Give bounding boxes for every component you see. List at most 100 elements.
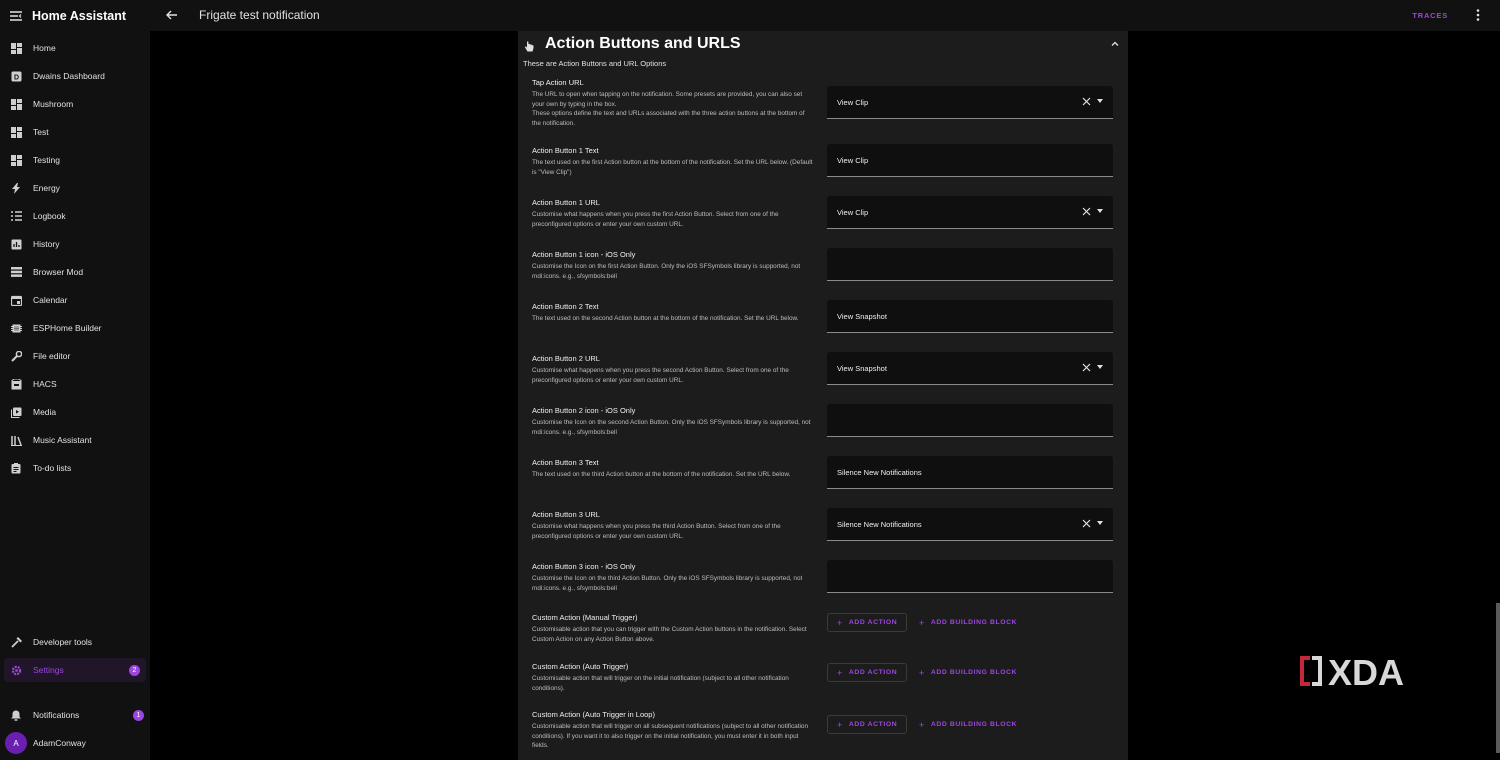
sidebar-item-label: Mushroom <box>33 99 74 109</box>
calendar-icon <box>10 294 22 306</box>
action-button-1-url-combobox[interactable]: View Clip <box>827 196 1113 229</box>
sidebar-item-label: Browser Mod <box>33 267 84 277</box>
field-description: Customise what happens when you press th… <box>532 523 781 540</box>
field-title: Action Button 3 URL <box>532 510 600 519</box>
chevron-down-icon[interactable] <box>1097 521 1103 525</box>
page-scrollbar[interactable] <box>1496 603 1500 753</box>
add-building-block-label: ADD BUILDING BLOCK <box>930 721 1018 728</box>
field-title: Action Button 1 icon - iOS Only <box>532 250 636 259</box>
sidebar-item-mushroom[interactable]: Mushroom <box>0 92 150 116</box>
field-description-line: These options define the text and URLs a… <box>532 110 805 127</box>
sidebar-item-test[interactable]: Test <box>0 120 150 144</box>
hand-pointer-icon <box>524 41 534 52</box>
action-button-2-text-input[interactable]: View Snapshot <box>827 300 1113 333</box>
chart-icon <box>10 238 22 250</box>
sidebar-item-profile[interactable]: A AdamConway <box>0 731 150 755</box>
field-description: Customise what happens when you press th… <box>532 211 779 228</box>
add-action-button[interactable]: + ADD ACTION <box>827 613 908 632</box>
sidebar-item-label: Dwains Dashboard <box>33 71 105 81</box>
back-button[interactable] <box>162 5 182 25</box>
field-title: Action Button 2 Text <box>532 302 599 311</box>
plus-icon: + <box>837 667 843 678</box>
close-icon[interactable] <box>1082 207 1091 216</box>
action-button-1-text-input[interactable]: View Clip <box>827 144 1113 177</box>
traces-button[interactable]: TRACES <box>1412 11 1448 20</box>
field-description: The text used on the first Action button… <box>532 159 813 176</box>
action-button-2-url-combobox[interactable]: View Snapshot <box>827 352 1113 385</box>
blueprint-section-card: Action Buttons and URLS These are Action… <box>518 31 1128 760</box>
add-action-button[interactable]: + ADD ACTION <box>827 715 908 734</box>
avatar: A <box>5 732 27 754</box>
tap-action-url-combobox[interactable]: View Clip <box>827 86 1113 119</box>
action-button-3-url-combobox[interactable]: Silence New Notifications <box>827 508 1113 541</box>
dashboard-icon <box>10 98 22 110</box>
field-value: View Clip <box>837 98 869 107</box>
sidebar-item-testing[interactable]: Testing <box>0 148 150 172</box>
sidebar-item-settings[interactable]: Settings 2 <box>4 658 146 682</box>
field-value: View Clip <box>837 208 869 217</box>
sidebar-item-calendar[interactable]: Calendar <box>0 288 150 312</box>
sidebar-item-home[interactable]: Home <box>0 36 150 60</box>
arrow-left-icon <box>166 10 177 20</box>
svg-text:D: D <box>13 74 18 81</box>
chevron-up-icon[interactable] <box>1110 39 1120 49</box>
close-icon[interactable] <box>1082 519 1091 528</box>
close-icon[interactable] <box>1082 97 1091 106</box>
section-title: Action Buttons and URLS <box>545 35 741 52</box>
plus-icon: + <box>919 667 925 678</box>
sidebar-item-music-assistant[interactable]: Music Assistant <box>0 428 150 452</box>
sidebar-item-dwains-dashboard[interactable]: D Dwains Dashboard <box>0 64 150 88</box>
section-header[interactable]: Action Buttons and URLS <box>518 31 1128 61</box>
action-button-1-icon-input[interactable] <box>827 248 1113 281</box>
sidebar-item-hacs[interactable]: HACS <box>0 372 150 396</box>
plus-icon: + <box>919 719 925 730</box>
sidebar-item-label: Logbook <box>33 211 66 221</box>
field-title: Action Button 3 icon - iOS Only <box>532 562 636 571</box>
plus-icon: + <box>837 617 843 628</box>
sidebar-item-label: Media <box>33 407 57 417</box>
chevron-down-icon[interactable] <box>1097 209 1103 213</box>
hammer-icon <box>10 636 22 648</box>
sidebar-item-file-editor[interactable]: File editor <box>0 344 150 368</box>
add-action-label: ADD ACTION <box>848 721 898 728</box>
sidebar-item-label: HACS <box>33 379 57 389</box>
action-button-3-icon-input[interactable] <box>827 560 1113 593</box>
sidebar-item-esphome-builder[interactable]: ESPHome Builder <box>0 316 150 340</box>
sidebar-item-notifications[interactable]: Notifications 1 <box>0 703 150 727</box>
dashboard-icon <box>10 154 22 166</box>
close-icon[interactable] <box>1082 363 1091 372</box>
sidebar-item-history[interactable]: History <box>0 232 150 256</box>
add-building-block-label: ADD BUILDING BLOCK <box>930 619 1018 626</box>
field-title: Tap Action URL <box>532 78 584 87</box>
sidebar-item-label: Testing <box>33 155 60 165</box>
add-building-block-button[interactable]: + ADD BUILDING BLOCK <box>919 715 1017 734</box>
settings-badge: 2 <box>129 664 140 676</box>
add-building-block-button[interactable]: + ADD BUILDING BLOCK <box>919 613 1017 632</box>
sidebar-item-logbook[interactable]: Logbook <box>0 204 150 228</box>
sidebar-item-label: Energy <box>33 183 60 193</box>
add-action-button[interactable]: + ADD ACTION <box>827 663 908 682</box>
sidebar-item-label: Settings <box>33 665 64 675</box>
sidebar-item-label: File editor <box>33 351 71 361</box>
chevron-down-icon[interactable] <box>1097 365 1103 369</box>
action-button-3-text-input[interactable]: Silence New Notifications <box>827 456 1113 489</box>
sidebar-item-label: Notifications <box>33 710 80 720</box>
add-building-block-button[interactable]: + ADD BUILDING BLOCK <box>919 663 1017 682</box>
action-button-2-icon-input[interactable] <box>827 404 1113 437</box>
lightning-icon <box>10 182 22 194</box>
plus-icon: + <box>919 617 925 628</box>
server-icon <box>10 266 22 278</box>
sidebar-item-browser-mod[interactable]: Browser Mod <box>0 260 150 284</box>
menu-icon <box>10 10 22 21</box>
menu-toggle-button[interactable] <box>0 0 32 31</box>
chevron-down-icon[interactable] <box>1097 99 1103 103</box>
sidebar-item-media[interactable]: Media <box>0 400 150 424</box>
sidebar-item-to-do-lists[interactable]: To-do lists <box>0 456 150 480</box>
field-description: The text used on the third Action button… <box>532 471 791 478</box>
sidebar-item-energy[interactable]: Energy <box>0 176 150 200</box>
sidebar-item-label: To-do lists <box>33 463 72 473</box>
sidebar-item-developer-tools[interactable]: Developer tools <box>0 630 150 654</box>
overflow-menu-button[interactable] <box>1470 7 1486 23</box>
sidebar-item-label: Developer tools <box>33 637 93 647</box>
top-app-bar: Home Assistant Frigate test notification… <box>0 0 1500 31</box>
